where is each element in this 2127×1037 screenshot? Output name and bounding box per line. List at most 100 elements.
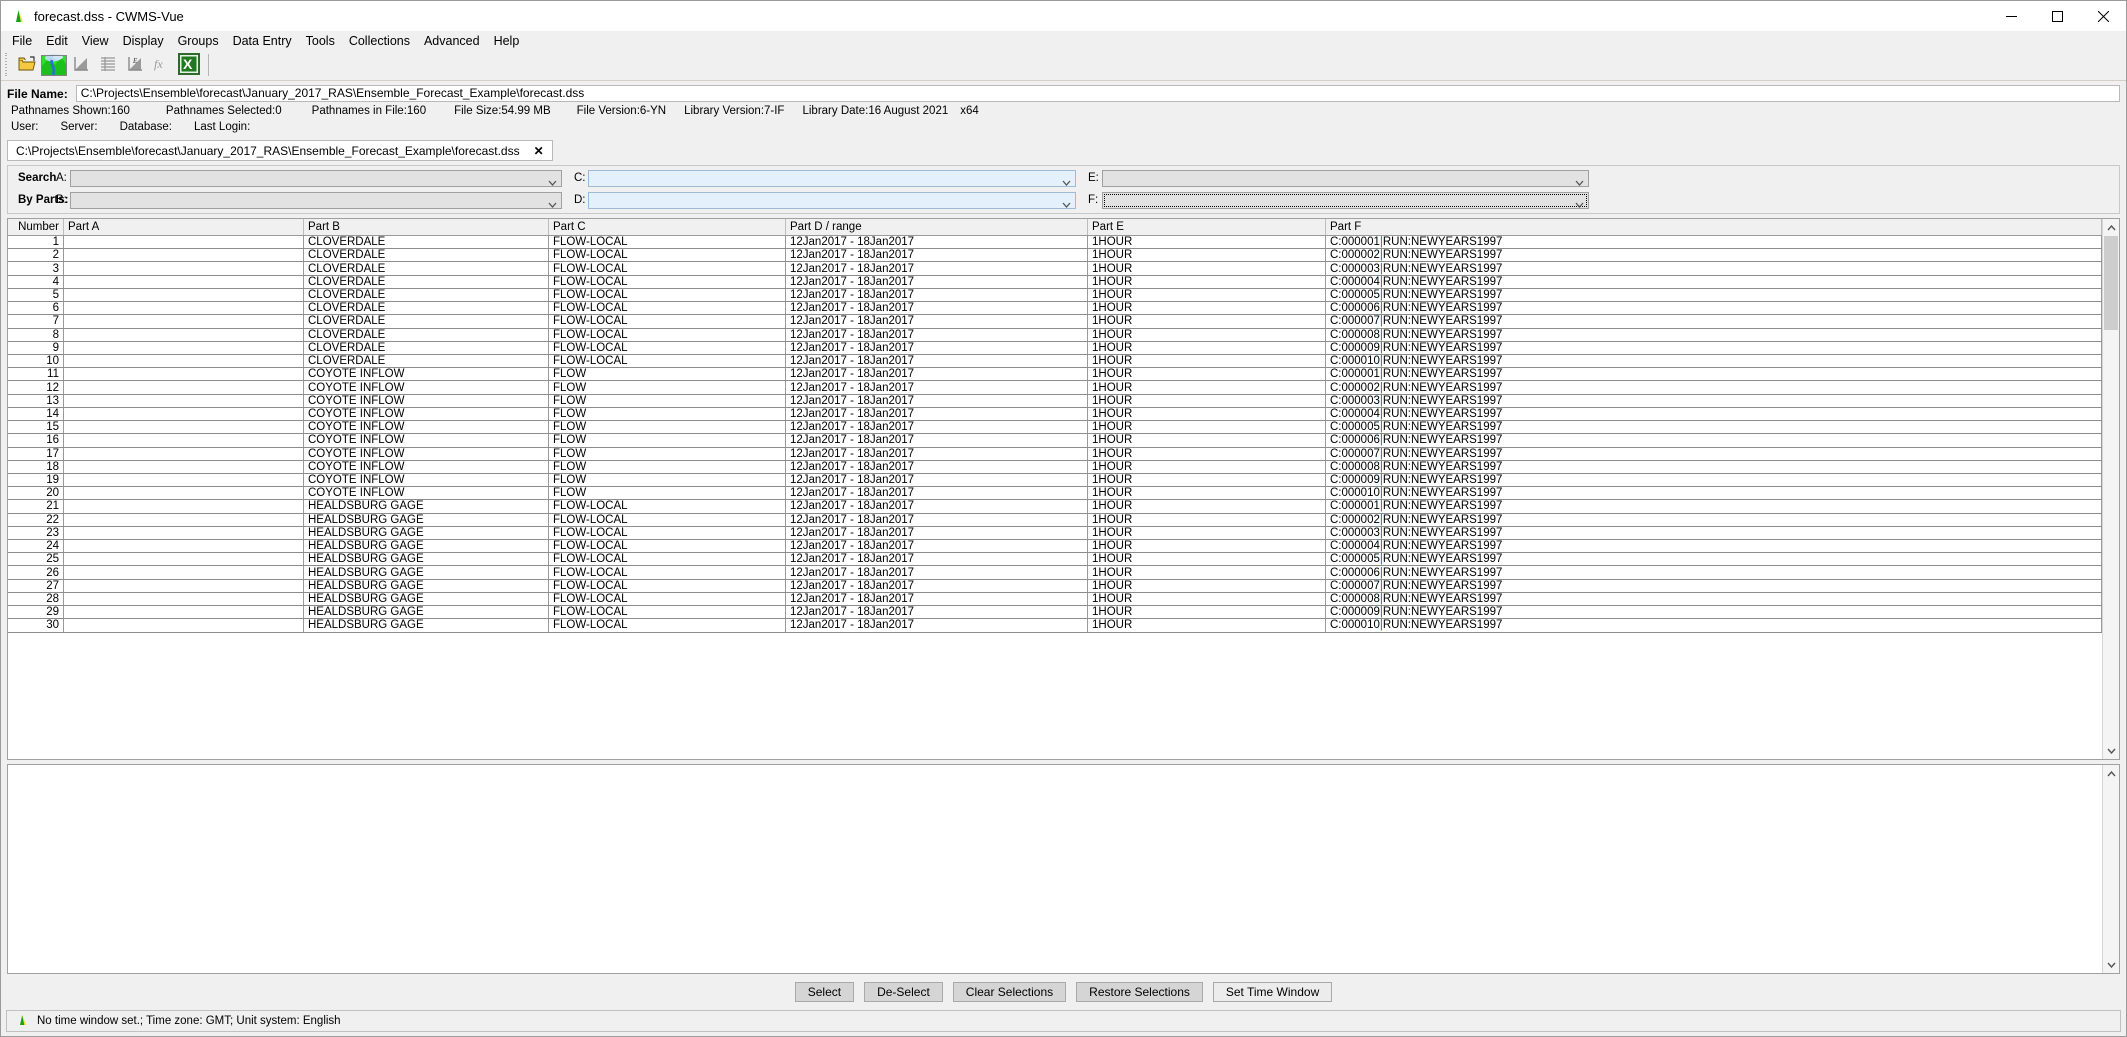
scroll-down-arrow-icon[interactable] — [2103, 742, 2120, 759]
table-row[interactable]: 1 CLOVERDALE FLOW-LOCAL 12Jan2017 - 18Jan20… — [8, 236, 2102, 250]
scroll-track[interactable] — [2103, 236, 2120, 742]
cell-part-e: 1HOUR — [1088, 394, 1326, 407]
table-row[interactable]: 18 COYOTE INFLOW FLOW 12Jan2017 - 18Jan2017… — [8, 460, 2102, 474]
table-row[interactable]: 23 HEALDSBURG GAGE FLOW-LOCAL 12Jan2017 - 1… — [8, 526, 2102, 541]
table-row[interactable]: 16 COYOTE INFLOW FLOW 12Jan2017 - 18Jan2017… — [8, 434, 2102, 448]
library-date-label: Library Date: — [802, 105, 869, 117]
column-header-part-d[interactable]: Part D / range — [786, 219, 1088, 235]
menu-tools[interactable]: Tools — [299, 32, 342, 50]
column-header-part-e[interactable]: Part E — [1088, 219, 1326, 235]
status-app-icon — [15, 1013, 29, 1030]
menu-groups[interactable]: Groups — [171, 32, 226, 50]
column-header-part-b[interactable]: Part B — [304, 219, 549, 235]
close-button[interactable] — [2080, 1, 2126, 31]
table-row[interactable]: 13 COYOTE INFLOW FLOW 12Jan2017 - 18Jan2017… — [8, 394, 2102, 408]
table-row[interactable]: 22 HEALDSBURG GAGE FLOW-LOCAL 12Jan2017 - 1… — [8, 513, 2102, 527]
table-row[interactable]: 26 HEALDSBURG GAGE FLOW-LOCAL 12Jan2017 - 1… — [8, 566, 2102, 580]
select-button[interactable]: Select — [794, 982, 855, 1002]
cell-part-a — [64, 249, 304, 262]
table-row[interactable]: 14 COYOTE INFLOW FLOW 12Jan2017 - 18Jan2017… — [8, 407, 2102, 422]
table-row[interactable]: 8 CLOVERDALE FLOW-LOCAL 12Jan2017 - 18Jan20… — [8, 328, 2102, 342]
edit-plot-button[interactable]: E — [122, 53, 147, 78]
plot-button[interactable] — [68, 53, 93, 78]
part-d-combo[interactable] — [588, 191, 1076, 209]
watershed-icon — [40, 52, 67, 79]
cell-number: 15 — [8, 421, 64, 434]
table-row[interactable]: 12 COYOTE INFLOW FLOW 12Jan2017 - 18Jan2017… — [8, 381, 2102, 395]
cell-part-c: FLOW-LOCAL — [549, 249, 786, 262]
table-row[interactable]: 10 CLOVERDALE FLOW-LOCAL 12Jan2017 - 18Jan2… — [8, 354, 2102, 369]
excel-export-button[interactable]: X — [176, 52, 201, 78]
table-row[interactable]: 21 HEALDSBURG GAGE FLOW-LOCAL 12Jan2017 - 1… — [8, 500, 2102, 514]
part-e-combo[interactable] — [1102, 169, 1589, 187]
cell-part-b: COYOTE INFLOW — [304, 394, 549, 407]
scroll-up-arrow-icon[interactable] — [2103, 219, 2120, 236]
selected-pathnames-list[interactable] — [8, 765, 2102, 973]
scroll-down-arrow-icon[interactable] — [2103, 956, 2120, 973]
tab-close-icon[interactable]: ✕ — [534, 144, 544, 158]
toolbar: E fx X — [1, 50, 2126, 81]
open-file-button[interactable] — [14, 53, 39, 78]
cell-part-e: 1HOUR — [1088, 328, 1326, 341]
cell-part-f: C:000003 | RUN:NEWYEARS1997 — [1326, 394, 2102, 407]
menu-advanced[interactable]: Advanced — [417, 32, 487, 50]
cell-part-b: CLOVERDALE — [304, 302, 549, 315]
table-row[interactable]: 19 COYOTE INFLOW FLOW 12Jan2017 - 18Jan2017… — [8, 473, 2102, 488]
table-row[interactable]: 20 COYOTE INFLOW FLOW 12Jan2017 - 18Jan2017… — [8, 487, 2102, 501]
cell-part-a — [64, 619, 304, 632]
table-row[interactable]: 2 CLOVERDALE FLOW-LOCAL 12Jan2017 - 18Jan20… — [8, 249, 2102, 263]
menu-view[interactable]: View — [75, 32, 116, 50]
menu-edit[interactable]: Edit — [39, 32, 75, 50]
table-vertical-scrollbar[interactable] — [2102, 219, 2119, 759]
table-row[interactable]: 6 CLOVERDALE FLOW-LOCAL 12Jan2017 - 18Jan20… — [8, 302, 2102, 316]
table-row[interactable]: 5 CLOVERDALE FLOW-LOCAL 12Jan2017 - 18Jan20… — [8, 288, 2102, 303]
part-f-collection: C:000007 — [1330, 315, 1380, 328]
table-row[interactable]: 28 HEALDSBURG GAGE FLOW-LOCAL 12Jan2017 - 1… — [8, 592, 2102, 607]
table-row[interactable]: 4 CLOVERDALE FLOW-LOCAL 12Jan2017 - 18Jan20… — [8, 275, 2102, 289]
scroll-up-arrow-icon[interactable] — [2103, 765, 2120, 782]
tab-forecast-dss[interactable]: C:\Projects\Ensemble\forecast\January_20… — [7, 140, 553, 161]
scroll-thumb[interactable] — [2103, 236, 2118, 330]
lower-vertical-scrollbar[interactable] — [2102, 765, 2119, 973]
table-row[interactable]: 30 HEALDSBURG GAGE FLOW-LOCAL 12Jan2017 - 1… — [8, 619, 2102, 633]
minimize-button[interactable] — [1988, 1, 2034, 31]
cell-part-b: COYOTE INFLOW — [304, 487, 549, 500]
part-f-combo[interactable] — [1102, 191, 1589, 209]
cell-part-e: 1HOUR — [1088, 606, 1326, 619]
maximize-button[interactable] — [2034, 1, 2080, 31]
part-b-combo[interactable] — [70, 191, 562, 209]
table-button[interactable] — [95, 53, 120, 78]
column-header-number[interactable]: Number — [8, 219, 64, 235]
math-function-button[interactable]: fx — [149, 53, 174, 78]
toolbar-grip[interactable] — [3, 53, 9, 77]
table-row[interactable]: 24 HEALDSBURG GAGE FLOW-LOCAL 12Jan2017 - 1… — [8, 540, 2102, 554]
set-time-window-button[interactable]: Set Time Window — [1212, 982, 1333, 1002]
column-header-part-f[interactable]: Part F — [1326, 219, 2102, 235]
table-row[interactable]: 9 CLOVERDALE FLOW-LOCAL 12Jan2017 - 18Jan20… — [8, 341, 2102, 355]
menu-file[interactable]: File — [5, 32, 39, 50]
table-row[interactable]: 29 HEALDSBURG GAGE FLOW-LOCAL 12Jan2017 - 1… — [8, 606, 2102, 620]
table-row[interactable]: 3 CLOVERDALE FLOW-LOCAL 12Jan2017 - 18Jan20… — [8, 262, 2102, 276]
menu-help[interactable]: Help — [487, 32, 527, 50]
table-row[interactable]: 17 COYOTE INFLOW FLOW 12Jan2017 - 18Jan2017… — [8, 447, 2102, 461]
menu-data-entry[interactable]: Data Entry — [226, 32, 299, 50]
menu-display[interactable]: Display — [116, 32, 171, 50]
part-c-combo[interactable] — [588, 169, 1076, 187]
file-name-field[interactable]: C:\Projects\Ensemble\forecast\January_20… — [75, 85, 2120, 102]
de-select-button[interactable]: De-Select — [864, 982, 943, 1002]
clear-selections-button[interactable]: Clear Selections — [952, 982, 1067, 1002]
table-row[interactable]: 25 HEALDSBURG GAGE FLOW-LOCAL 12Jan2017 - 1… — [8, 553, 2102, 567]
column-header-part-c[interactable]: Part C — [549, 219, 786, 235]
table-row[interactable]: 15 COYOTE INFLOW FLOW 12Jan2017 - 18Jan2017… — [8, 421, 2102, 435]
table-row[interactable]: 27 HEALDSBURG GAGE FLOW-LOCAL 12Jan2017 - 1… — [8, 579, 2102, 593]
scroll-track[interactable] — [2103, 782, 2120, 956]
restore-selections-button[interactable]: Restore Selections — [1076, 982, 1203, 1002]
column-header-part-a[interactable]: Part A — [64, 219, 304, 235]
part-a-combo[interactable] — [70, 169, 562, 187]
menu-collections[interactable]: Collections — [342, 32, 417, 50]
table-row[interactable]: 7 CLOVERDALE FLOW-LOCAL 12Jan2017 - 18Jan20… — [8, 315, 2102, 329]
cell-part-f: C:000009 | RUN:NEWYEARS1997 — [1326, 473, 2102, 487]
part-f-run: RUN:NEWYEARS1997 — [1382, 460, 1503, 473]
table-row[interactable]: 11 COYOTE INFLOW FLOW 12Jan2017 - 18Jan2017… — [8, 368, 2102, 382]
watershed-button[interactable] — [40, 52, 67, 79]
